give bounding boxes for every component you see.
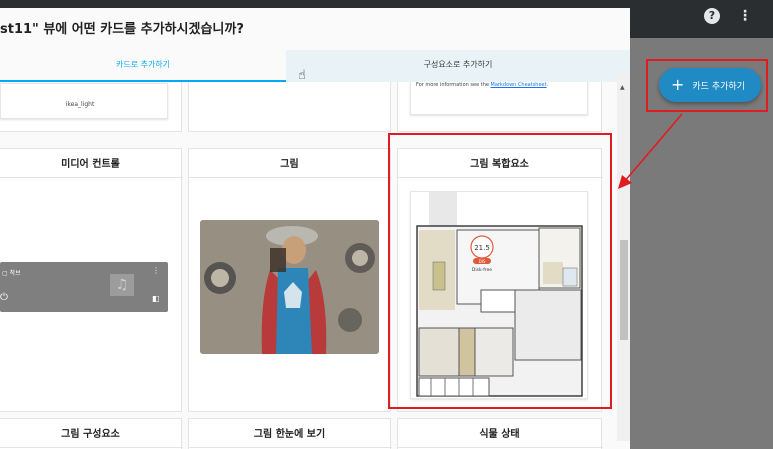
divider <box>0 447 183 448</box>
dialog-title: st11" 뷰에 어떤 카드를 추가하시겠습니까? <box>0 22 244 37</box>
divider <box>189 177 392 178</box>
markdown-cheatsheet-link[interactable]: Markdown Cheatsheet <box>491 82 547 88</box>
markdown-help-suffix: . <box>546 82 549 88</box>
more-options-icon[interactable]: ⋮ <box>738 6 752 26</box>
media-menu-icon: ⋮ <box>152 266 160 275</box>
tab-by-card[interactable]: 카드로 추가하기 <box>0 50 286 82</box>
card-markdown[interactable] <box>397 82 602 132</box>
highlight-box-card <box>388 133 612 409</box>
markdown-help-prefix: For more information see the <box>416 82 491 88</box>
media-player-name: ▢ 착브 <box>2 270 21 277</box>
card-partial-middle[interactable] <box>188 82 391 132</box>
divider <box>0 177 183 178</box>
card-title: 미디어 컨트롤 <box>61 159 120 170</box>
card-plant-status[interactable]: 식물 상태 <box>397 418 603 449</box>
music-note-icon: ♫ <box>110 274 134 296</box>
divider <box>398 447 603 448</box>
help-icon[interactable]: ? <box>704 8 720 24</box>
card-title: 그림 구성요소 <box>61 429 120 440</box>
markdown-help-text: For more information see the Markdown Ch… <box>416 82 586 88</box>
picture-preview <box>200 220 379 354</box>
tab-by-entity[interactable]: 구성요소로 추가하기 <box>286 50 630 82</box>
dialog-tabs: 카드로 추가하기 구성요소로 추가하기 <box>0 50 630 82</box>
divider <box>189 447 392 448</box>
card-picture-glance[interactable]: 그림 한눈에 보기 <box>188 418 392 449</box>
card-title: 그림 <box>280 159 299 170</box>
power-icon: ⏻ <box>0 292 8 303</box>
card-title: 그림 한눈에 보기 <box>253 429 326 440</box>
card-title: 식물 상태 <box>479 429 520 440</box>
scroll-up-icon[interactable]: ▲ <box>620 84 625 91</box>
source-icon: ◧ <box>152 294 160 303</box>
highlight-box-button <box>646 59 768 112</box>
card-picture-entity[interactable]: 그림 구성요소 <box>0 418 183 449</box>
photo-image <box>200 220 379 354</box>
entity-name: ikea_light <box>65 101 95 108</box>
scrollbar-thumb[interactable] <box>620 240 628 340</box>
media-player-preview: ▢ 착브 ⋮ ♫ ⏻ ◧ <box>0 262 168 312</box>
